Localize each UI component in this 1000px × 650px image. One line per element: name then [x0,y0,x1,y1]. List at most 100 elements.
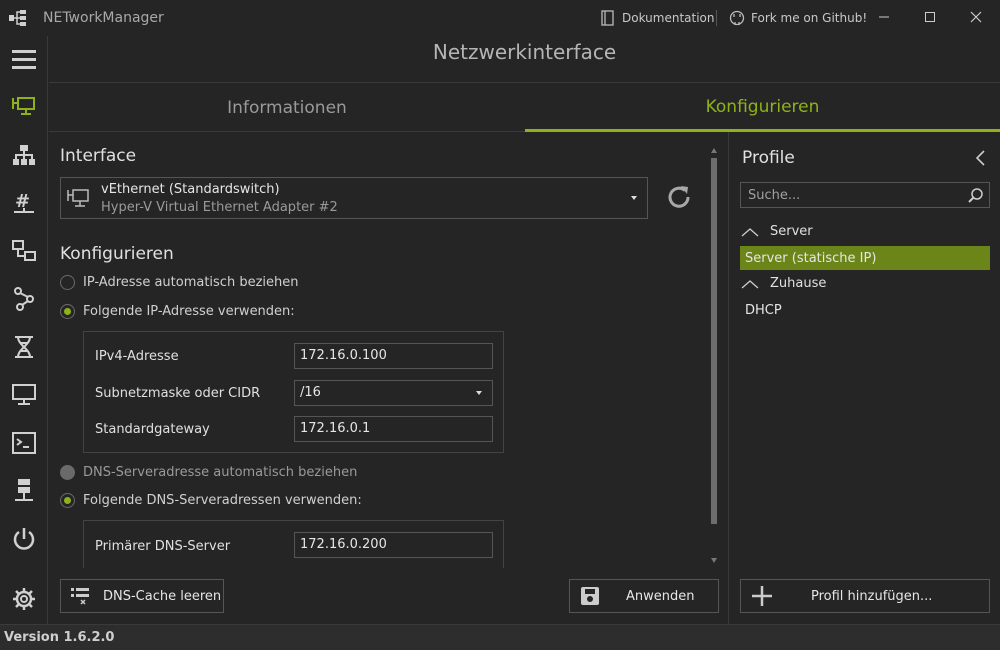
interface-section-title: Interface [60,146,137,166]
profile-item[interactable]: Server (statische IP) [740,246,990,270]
sidebar-item-remote-desktop[interactable] [0,372,48,418]
minimize-button[interactable] [872,6,896,28]
power-icon [13,528,35,550]
titlebar-separator [716,10,717,26]
title-bar: NETworkManager Dokumentation Fork me on … [0,0,1000,36]
close-button[interactable] [964,6,988,28]
sidebar-item-traceroute[interactable] [0,276,48,322]
ip-settings-group: IPv4-Adresse 172.16.0.100 Subnetzmaske o… [83,331,504,453]
ipv4-input[interactable]: 172.16.0.100 [294,343,493,369]
dns-primary-label: Primärer DNS-Server [95,539,231,554]
page-header: Netzwerkinterface [49,36,1000,83]
scroll-up-arrow[interactable] [711,148,717,153]
chevron-left-icon[interactable] [974,149,986,167]
reload-icon[interactable] [664,182,694,212]
close-icon [970,11,982,23]
tab-konfigurieren[interactable]: Konfigurieren [525,84,1000,132]
dns-icon [15,336,33,358]
sidebar-item-server[interactable] [0,468,48,514]
group-name: Server [770,224,813,239]
scroll-down-arrow[interactable] [711,558,717,563]
radio-unchecked [60,275,75,290]
ip-auto-radio[interactable]: IP-Adresse automatisch beziehen [60,275,299,290]
radio-checked [60,493,75,508]
remote-desktop-icon [12,384,36,405]
scrollbar-thumb[interactable] [711,158,717,524]
sidebar-item-network-interface[interactable] [0,84,48,130]
flush-dns-button[interactable]: DNS-Cache leeren [60,579,224,613]
profile-group-zuhause[interactable]: Zuhause [740,276,826,291]
app-logo-icon [9,10,26,26]
documentation-label: Dokumentation [622,11,715,25]
profile-item[interactable]: DHCP [740,298,990,322]
tab-informationen[interactable]: Informationen [49,84,525,132]
ip-static-label: Folgende IP-Adresse verwenden: [83,304,295,319]
ipv4-label: IPv4-Adresse [95,349,179,364]
settings-button[interactable] [0,576,48,622]
github-icon [729,10,745,26]
book-icon [601,10,614,26]
dns-auto-radio[interactable]: DNS-Serveradresse automatisch beziehen [60,465,357,480]
svg-text:#: # [15,191,30,212]
gateway-label: Standardgateway [95,422,210,437]
add-profile-button[interactable]: Profil hinzufügen... [740,579,990,613]
profiles-panel: Profile Suche... Server Server (statisch… [730,132,1000,624]
configuration-panel: Interface vEthernet (Standardswitch) Hyp… [49,132,729,624]
plus-icon [752,586,772,606]
powershell-icon [12,432,36,454]
ip-static-radio[interactable]: Folgende IP-Adresse verwenden: [60,304,295,319]
apply-label: Anwenden [626,588,695,604]
version-label: Version 1.6.2.0 [4,630,115,645]
apply-button[interactable]: Anwenden [569,579,719,613]
ip-auto-label: IP-Adresse automatisch beziehen [83,275,299,290]
profile-group-server[interactable]: Server [740,224,813,239]
sidebar-item-lookup[interactable] [0,228,48,274]
network-interface-icon [67,189,89,207]
dns-static-radio[interactable]: Folgende DNS-Serveradressen verwenden: [60,493,362,508]
configure-section-title: Konfigurieren [60,244,174,264]
dns-primary-input[interactable]: 172.16.0.200 [294,532,493,558]
minimize-icon [879,16,889,18]
profile-search-input[interactable]: Suche... [740,182,990,208]
sidebar-item-wake-on-lan[interactable] [0,516,48,562]
sidebar-item-subnet-calculator[interactable]: # [0,180,48,226]
documentation-link[interactable]: Dokumentation [600,10,715,26]
lookup-icon [12,240,36,261]
dns-auto-label: DNS-Serveradresse automatisch beziehen [83,465,358,480]
subnet-label: Subnetzmaske oder CIDR [95,386,261,401]
subnet-value: /16 [300,385,321,400]
dns-settings-group: Primärer DNS-Server 172.16.0.200 [83,520,504,568]
chevron-down-icon [631,196,637,200]
gateway-input[interactable]: 172.16.0.1 [294,416,493,442]
search-icon [968,188,983,203]
interface-name: vEthernet (Standardswitch) [101,182,280,197]
sidebar-item-ip-scanner[interactable] [0,132,48,178]
network-interface-icon [12,97,35,115]
sidebar: # [0,36,48,624]
settings-icon [13,588,35,610]
page-title: Netzwerkinterface [432,40,617,64]
chevron-down-icon [476,391,482,395]
group-name: Zuhause [770,276,827,291]
sidebar-item-powershell[interactable] [0,420,48,466]
add-profile-label: Profil hinzufügen... [811,588,933,604]
broom-icon [71,588,89,605]
hamburger-icon [12,50,36,69]
search-placeholder: Suche... [748,188,801,203]
app-title: NETworkManager [43,10,164,26]
subnet-calculator-icon: # [14,191,34,213]
chevron-up-icon [741,227,759,236]
subnet-select[interactable]: /16 [294,380,493,406]
github-link[interactable]: Fork me on Github! [729,10,867,26]
radio-checked [60,304,75,319]
sidebar-item-dns-lookup[interactable] [0,324,48,370]
maximize-button[interactable] [918,6,942,28]
menu-toggle-button[interactable] [0,36,48,82]
interface-select[interactable]: vEthernet (Standardswitch) Hyper-V Virtu… [60,177,648,219]
profiles-title: Profile [742,148,795,168]
dns-static-label: Folgende DNS-Serveradressen verwenden: [83,493,362,508]
save-icon [581,587,599,605]
status-bar: Version 1.6.2.0 [0,624,1000,650]
flush-dns-label: DNS-Cache leeren [103,588,222,604]
maximize-icon [925,12,935,22]
